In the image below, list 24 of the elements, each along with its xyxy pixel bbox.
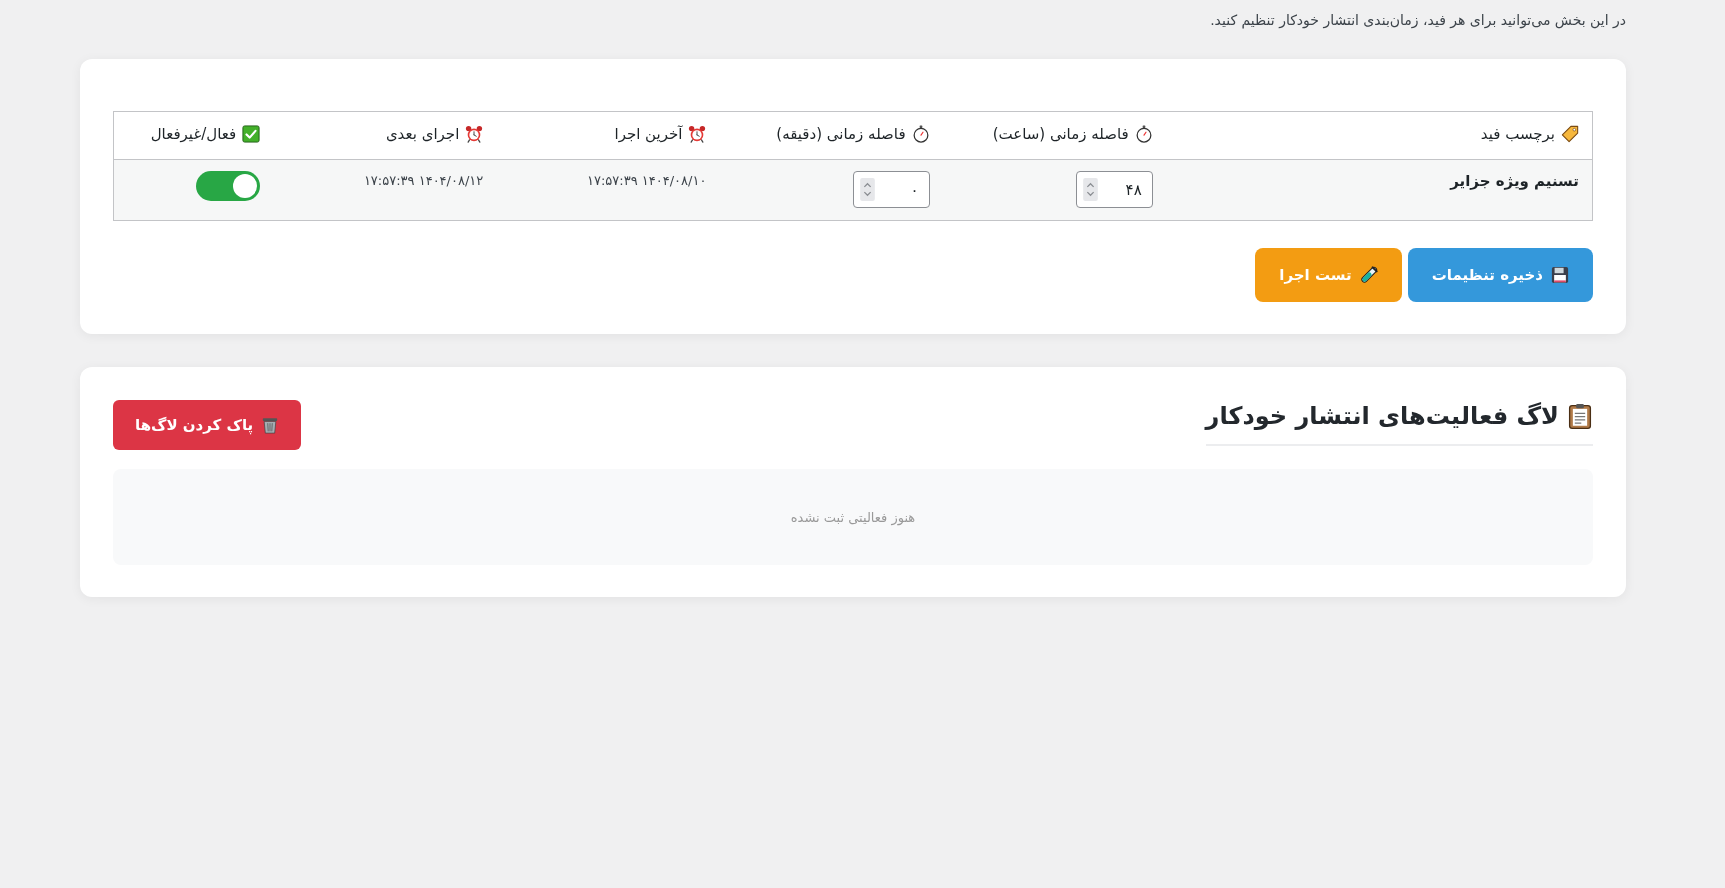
test-tube-icon — [1359, 266, 1378, 284]
alarm-clock-icon — [688, 124, 707, 143]
feed-label: تسنیم ویژه جزایر — [1450, 171, 1579, 192]
empty-log-message: هنوز فعالیتی ثبت نشده — [790, 509, 916, 525]
toggle-switch[interactable] — [196, 171, 261, 201]
column-header: فعال/غیرفعال — [150, 124, 237, 143]
check-mark-icon — [242, 124, 261, 143]
column-header: فاصله زمانی (ساعت) — [992, 124, 1129, 143]
column-header: فاصله زمانی (دقیقه) — [776, 124, 906, 143]
intro-text: در این بخش می‌توانید برای هر فید، زمان‌بندی انتشار خودکار تنظیم کنید. — [1209, 11, 1626, 31]
stopwatch-icon — [911, 124, 930, 143]
clipboard-icon — [1567, 403, 1593, 429]
stopwatch-icon — [1134, 124, 1153, 143]
tag-icon — [1561, 124, 1579, 143]
trash-can-icon — [261, 416, 280, 434]
column-header: آخرین اجرا — [614, 124, 683, 143]
section-title: لاگ فعالیت‌های انتشار خودکار — [1205, 401, 1559, 432]
alarm-clock-icon — [465, 124, 484, 143]
column-header: اجرای بعدی — [385, 124, 460, 143]
clear-logs-button[interactable]: پاک کردن لاگ‌ها — [113, 400, 302, 450]
date-time: ۱۴۰۴/۰۸/۱۲ ۱۷:۵۷:۳۹ — [363, 172, 484, 190]
column-header: برچسب فید — [1480, 124, 1555, 143]
save-button[interactable]: ذخیره تنظیمات — [1407, 248, 1593, 302]
date-time: ۱۴۰۴/۰۸/۱۰ ۱۷:۵۷:۳۹ — [587, 172, 707, 190]
